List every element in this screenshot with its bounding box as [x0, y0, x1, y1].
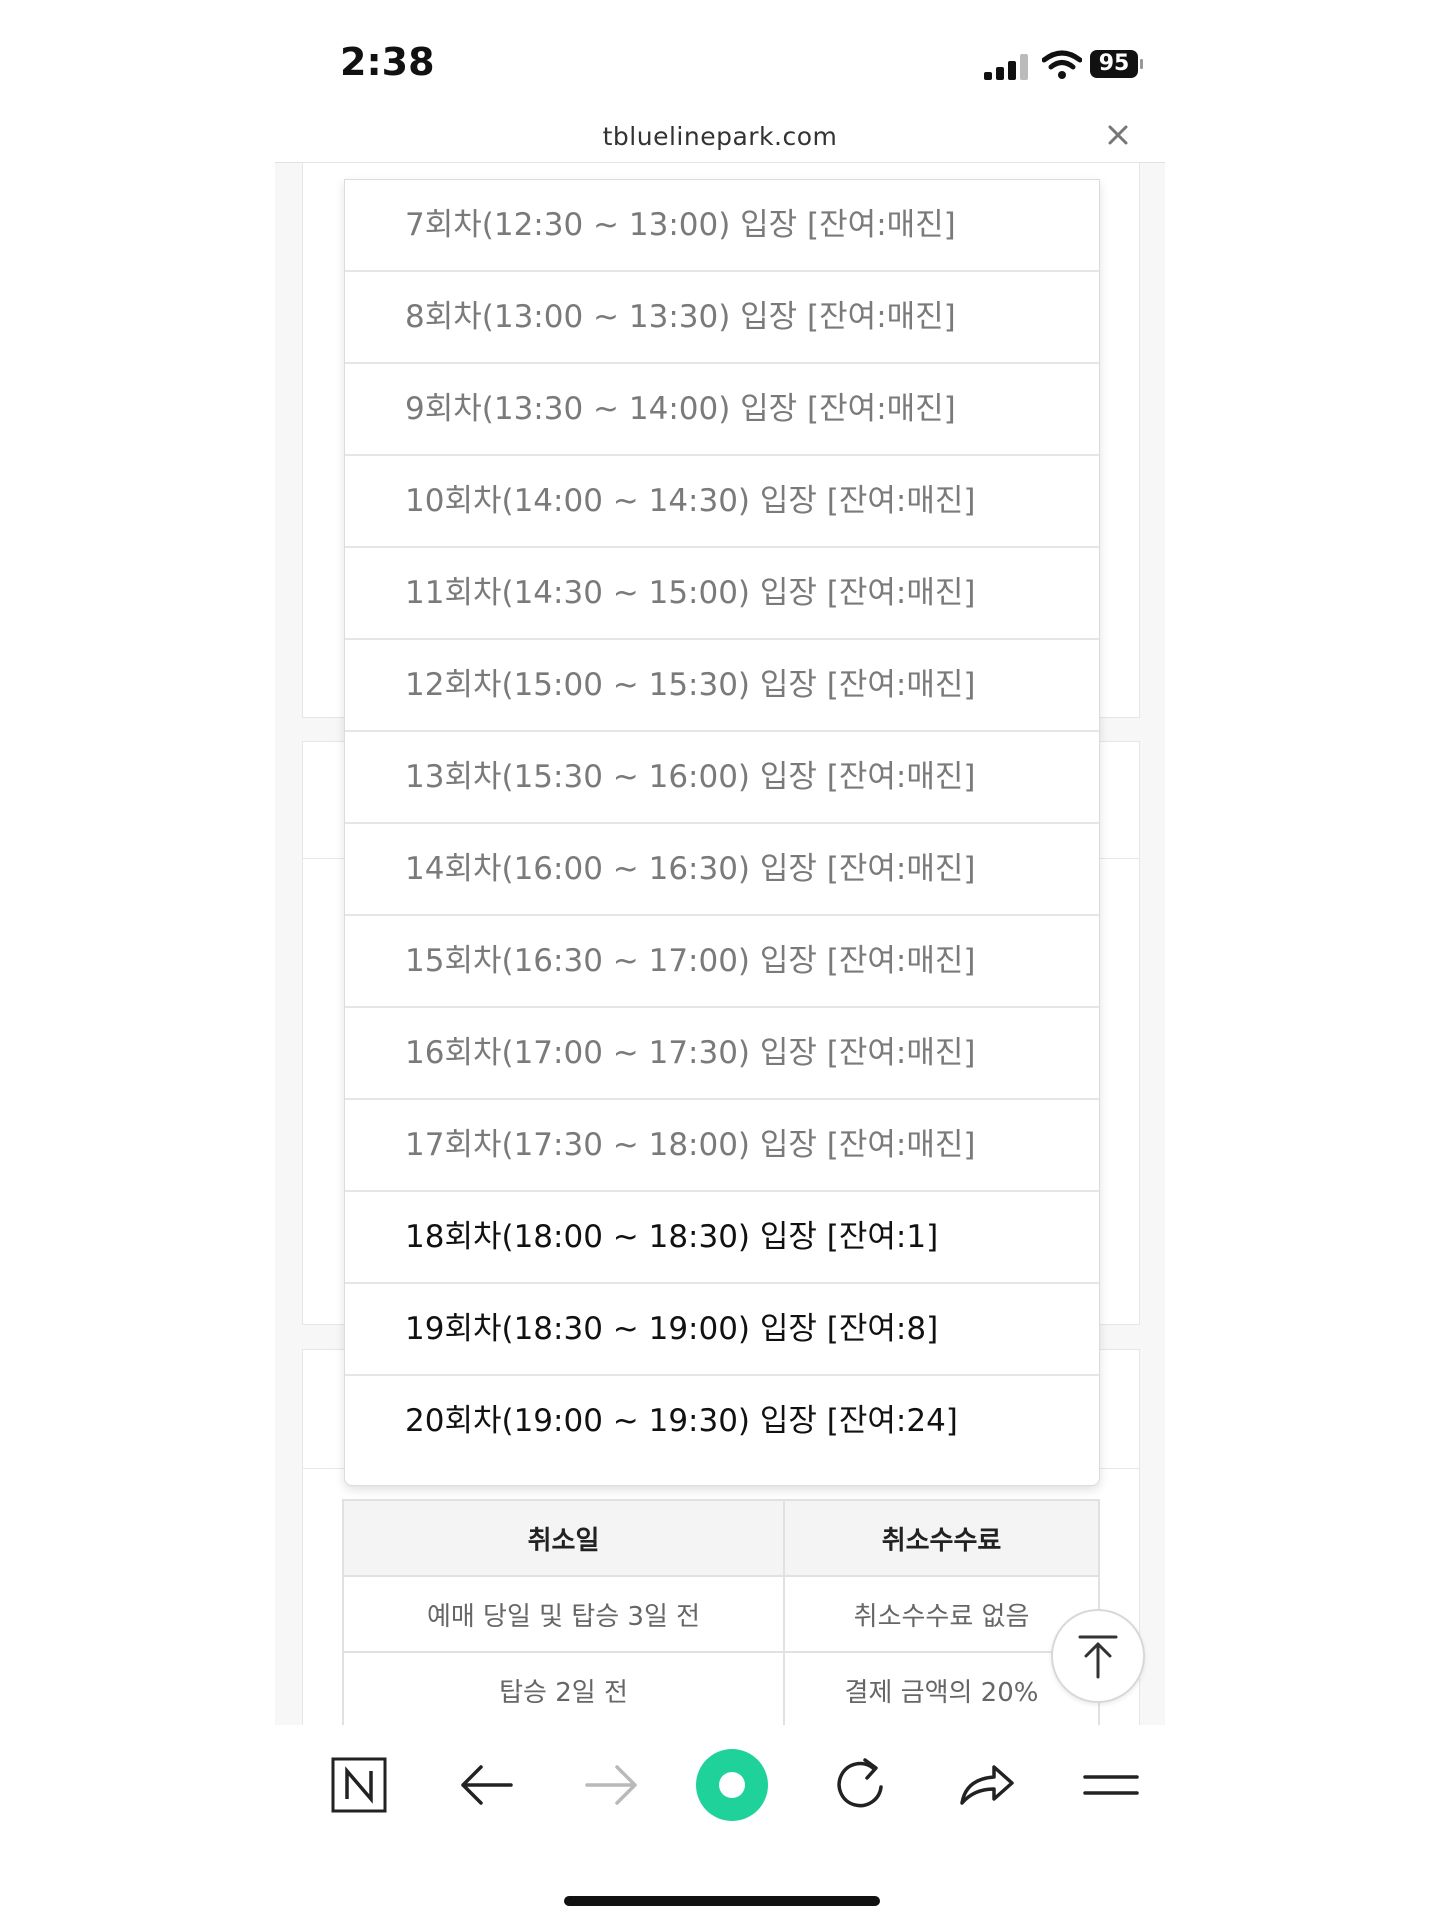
session-option[interactable]: 20회차(19:00 ~ 19:30) 입장 [잔여:24] [345, 1376, 1099, 1468]
battery-level: 95 [1090, 50, 1138, 78]
table-cell: 취소수수료 없음 [783, 1575, 1100, 1653]
status-bar: 2:38 95 [0, 0, 1440, 110]
session-option[interactable]: 11회차(14:30 ~ 15:00) 입장 [잔여:매진] [345, 548, 1099, 640]
menu-icon[interactable] [1073, 1747, 1149, 1823]
session-option[interactable]: 16회차(17:00 ~ 17:30) 입장 [잔여:매진] [345, 1008, 1099, 1100]
session-option[interactable]: 9회차(13:30 ~ 14:00) 입장 [잔여:매진] [345, 364, 1099, 456]
status-time: 2:38 [340, 40, 435, 84]
web-content: 7회차(12:30 ~ 13:00) 입장 [잔여:매진] 8회차(13:00 ~… [275, 163, 1165, 1725]
session-dropdown-list[interactable]: 7회차(12:30 ~ 13:00) 입장 [잔여:매진] 8회차(13:00 ~… [344, 179, 1100, 1486]
table-row: 탑승 2일 전 결제 금액의 20% [341, 1651, 1100, 1725]
browser-toolbar [275, 1725, 1165, 1845]
session-option[interactable]: 12회차(15:00 ~ 15:30) 입장 [잔여:매진] [345, 640, 1099, 732]
back-arrow-icon[interactable] [449, 1747, 525, 1823]
battery-tip [1140, 59, 1143, 69]
signal-icon [984, 52, 1032, 80]
naver-home-icon[interactable] [323, 1747, 399, 1823]
session-option[interactable]: 17회차(17:30 ~ 18:00) 입장 [잔여:매진] [345, 1100, 1099, 1192]
url-bar[interactable]: tbluelinepark.com [275, 110, 1165, 163]
reload-icon[interactable] [823, 1747, 899, 1823]
session-option[interactable]: 15회차(16:30 ~ 17:00) 입장 [잔여:매진] [345, 916, 1099, 1008]
wifi-icon [1042, 50, 1082, 79]
arrow-up-icon [1078, 1635, 1118, 1679]
session-option[interactable]: 8회차(13:00 ~ 13:30) 입장 [잔여:매진] [345, 272, 1099, 364]
table-row: 예매 당일 및 탑승 3일 전 취소수수료 없음 [341, 1575, 1100, 1653]
forward-arrow-icon[interactable] [573, 1747, 649, 1823]
home-indicator [564, 1896, 880, 1906]
share-icon[interactable] [948, 1747, 1024, 1823]
table-header-cancel-date: 취소일 [341, 1499, 786, 1577]
cancel-fee-table: 취소일 취소수수료 예매 당일 및 탑승 3일 전 취소수수료 없음 탑승 2일… [341, 1499, 1100, 1725]
session-option[interactable]: 10회차(14:00 ~ 14:30) 입장 [잔여:매진] [345, 456, 1099, 548]
session-option[interactable]: 13회차(15:30 ~ 16:00) 입장 [잔여:매진] [345, 732, 1099, 824]
green-dot-icon[interactable] [688, 1741, 776, 1829]
session-option[interactable]: 18회차(18:00 ~ 18:30) 입장 [잔여:1] [345, 1192, 1099, 1284]
table-cell: 탑승 2일 전 [341, 1651, 786, 1725]
session-option[interactable]: 14회차(16:00 ~ 16:30) 입장 [잔여:매진] [345, 824, 1099, 916]
table-cell: 예매 당일 및 탑승 3일 전 [341, 1575, 786, 1653]
scroll-top-button[interactable] [1051, 1609, 1145, 1703]
session-option[interactable]: 7회차(12:30 ~ 13:00) 입장 [잔여:매진] [345, 180, 1099, 272]
url-text[interactable]: tbluelinepark.com [275, 122, 1165, 151]
session-option[interactable]: 19회차(18:30 ~ 19:00) 입장 [잔여:8] [345, 1284, 1099, 1376]
close-icon[interactable] [1103, 120, 1133, 150]
table-header-cancel-fee: 취소수수료 [783, 1499, 1100, 1577]
